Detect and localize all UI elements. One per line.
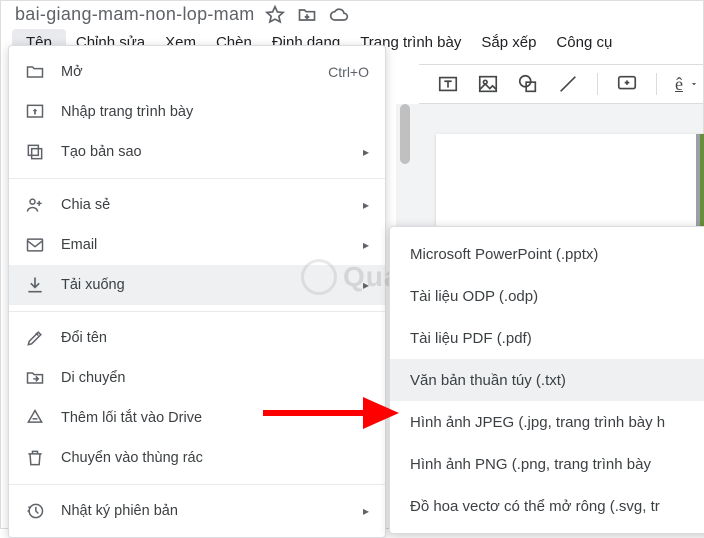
move-folder-icon[interactable] [297, 5, 317, 25]
submenu-item-txt[interactable]: Văn bản thuần túy (.txt) [390, 359, 704, 401]
chevron-down-icon[interactable] [689, 79, 699, 89]
doc-title[interactable]: bai-giang-mam-non-lop-mam [15, 4, 255, 25]
menu-item-label: Tạo bản sao [61, 144, 347, 160]
menu-item-rename[interactable]: Đổi tên [9, 318, 385, 358]
menu-item-share[interactable]: Chia sẻ ▸ [9, 185, 385, 225]
submenu-item-svg[interactable]: Đồ hoa vectơ có thể mở rông (.svg, tr [390, 485, 704, 527]
menu-item-import-slides[interactable]: Nhập trang trình bày [9, 92, 385, 132]
menu-item-label: Chuyển vào thùng rác [61, 450, 369, 466]
text-format-button[interactable]: ê [675, 74, 683, 95]
drive-shortcut-icon [25, 408, 45, 428]
submenu-item-pdf[interactable]: Tài liệu PDF (.pdf) [390, 317, 704, 359]
textbox-tool-icon[interactable] [437, 73, 459, 95]
menu-item-label: Di chuyển [61, 370, 369, 386]
toolbar: ê [419, 64, 703, 104]
chevron-right-icon: ▸ [363, 278, 369, 292]
menu-item-email[interactable]: Email ▸ [9, 225, 385, 265]
download-submenu: Microsoft PowerPoint (.pptx) Tài liệu OD… [389, 226, 704, 534]
chevron-right-icon: ▸ [363, 145, 369, 159]
submenu-item-jpg[interactable]: Hình ảnh JPEG (.jpg, trang trình bày h [390, 401, 704, 443]
move-icon [25, 368, 45, 388]
menu-item-open[interactable]: Mở Ctrl+O [9, 52, 385, 92]
image-tool-icon[interactable] [477, 73, 499, 95]
menu-item-download[interactable]: Tải xuống ▸ [9, 265, 385, 305]
vertical-scrollbar[interactable] [396, 104, 416, 204]
copy-icon [25, 142, 45, 162]
submenu-item-pptx[interactable]: Microsoft PowerPoint (.pptx) [390, 233, 704, 275]
menu-divider [9, 484, 385, 485]
chevron-right-icon: ▸ [363, 238, 369, 252]
shape-tool-icon[interactable] [517, 73, 539, 95]
cloud-status-icon[interactable] [329, 5, 349, 25]
menu-item-shortcut: Ctrl+O [328, 64, 369, 80]
menu-divider [9, 178, 385, 179]
menu-divider [9, 311, 385, 312]
email-icon [25, 235, 45, 255]
star-icon[interactable] [265, 5, 285, 25]
import-icon [25, 102, 45, 122]
download-icon [25, 275, 45, 295]
menu-item-label: Email [61, 237, 347, 253]
menu-tools[interactable]: Công cụ [546, 29, 622, 56]
file-menu-dropdown: Mở Ctrl+O Nhập trang trình bày Tạo bản s… [8, 45, 386, 538]
menu-item-label: Mở [61, 64, 312, 80]
menu-item-make-copy[interactable]: Tạo bản sao ▸ [9, 132, 385, 172]
line-tool-icon[interactable] [557, 73, 579, 95]
menu-item-label: Nhập trang trình bày [61, 104, 369, 120]
menu-item-trash[interactable]: Chuyển vào thùng rác [9, 438, 385, 478]
history-icon [25, 501, 45, 521]
chevron-right-icon: ▸ [363, 198, 369, 212]
menu-item-add-shortcut[interactable]: Thêm lối tắt vào Drive [9, 398, 385, 438]
menu-item-version-history[interactable]: Nhật ký phiên bản ▸ [9, 491, 385, 531]
menu-item-label: Thêm lối tắt vào Drive [61, 410, 369, 426]
chevron-right-icon: ▸ [363, 504, 369, 518]
menu-item-label: Tải xuống [61, 277, 347, 293]
share-icon [25, 195, 45, 215]
menu-arrange[interactable]: Sắp xếp [471, 29, 546, 56]
folder-open-icon [25, 62, 45, 82]
menu-item-label: Chia sẻ [61, 197, 347, 213]
comment-tool-icon[interactable] [616, 73, 638, 95]
submenu-item-odp[interactable]: Tài liệu ODP (.odp) [390, 275, 704, 317]
toolbar-separator [597, 73, 598, 95]
menu-item-label: Nhật ký phiên bản [61, 503, 347, 519]
rename-icon [25, 328, 45, 348]
toolbar-separator [656, 73, 657, 95]
submenu-item-png[interactable]: Hình ảnh PNG (.png, trang trình bày [390, 443, 704, 485]
menu-item-label: Đổi tên [61, 330, 369, 346]
trash-icon [25, 448, 45, 468]
menu-item-move[interactable]: Di chuyển [9, 358, 385, 398]
